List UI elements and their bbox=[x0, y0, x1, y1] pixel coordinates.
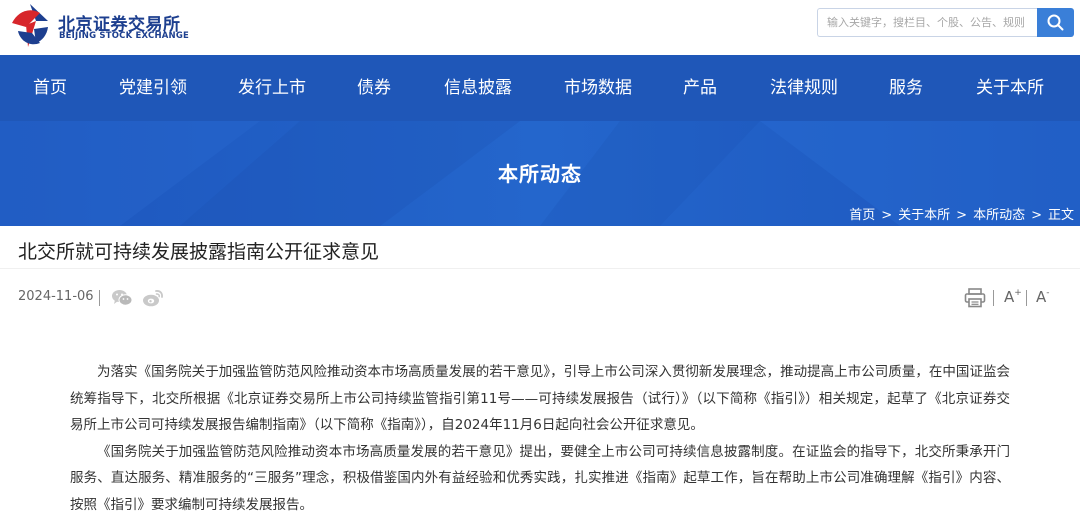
wechat-icon[interactable] bbox=[111, 289, 133, 307]
font-increase-label: A bbox=[1004, 288, 1015, 306]
title-divider bbox=[0, 268, 1080, 269]
breadcrumb-about[interactable]: 关于本所 bbox=[898, 204, 950, 223]
nav-item-products[interactable]: 产品 bbox=[683, 55, 717, 121]
breadcrumb-separator: > bbox=[1031, 208, 1042, 223]
article-paragraph: 《国务院关于加强监管防范风险推动资本市场高质量发展的若干意见》提出，要健全上市公… bbox=[70, 443, 1010, 513]
site-logo[interactable]: 北京证券交易所 BEIJING STOCK EXCHANGE bbox=[8, 3, 208, 51]
font-decrease-label: A bbox=[1036, 288, 1047, 306]
breadcrumb-news[interactable]: 本所动态 bbox=[973, 204, 1025, 223]
article-title: 北交所就可持续发展披露指南公开征求意见 bbox=[18, 241, 380, 263]
font-decrease-sign: - bbox=[1046, 288, 1050, 298]
nav-item-party-building[interactable]: 党建引领 bbox=[119, 55, 187, 121]
main-nav: 首页 党建引领 发行上市 债券 信息披露 市场数据 产品 法律规则 服务 关于本… bbox=[0, 55, 1080, 121]
font-increase-button[interactable]: A+ bbox=[1004, 288, 1022, 306]
nav-item-about[interactable]: 关于本所 bbox=[976, 55, 1044, 121]
logo-english-name: BEIJING STOCK EXCHANGE bbox=[59, 31, 190, 41]
breadcrumb: 首页 > 关于本所 > 本所动态 > 正文 bbox=[849, 204, 1074, 223]
tools-divider bbox=[993, 290, 994, 306]
site-header: 北京证券交易所 BEIJING STOCK EXCHANGE bbox=[0, 0, 1080, 55]
font-increase-sign: + bbox=[1014, 288, 1022, 298]
meta-divider bbox=[99, 290, 100, 306]
search-button[interactable] bbox=[1037, 8, 1074, 37]
print-icon[interactable] bbox=[964, 288, 986, 308]
article: 北交所就可持续发展披露指南公开征求意见 2024-11-06 A+ A- 为落实… bbox=[0, 226, 1080, 527]
breadcrumb-separator: > bbox=[881, 208, 893, 223]
search-icon bbox=[1047, 14, 1064, 31]
article-body: 为落实《国务院关于加强监管防范风险推动资本市场高质量发展的若干意见》，引导上市公… bbox=[70, 359, 1010, 518]
tools-divider bbox=[1026, 290, 1027, 306]
logo-mark-icon bbox=[12, 4, 48, 47]
breadcrumb-current: 正文 bbox=[1047, 208, 1074, 223]
nav-item-rules[interactable]: 法律规则 bbox=[770, 55, 838, 121]
nav-item-bonds[interactable]: 债券 bbox=[357, 55, 391, 121]
article-tools: A+ A- bbox=[962, 286, 1062, 310]
nav-item-listing[interactable]: 发行上市 bbox=[238, 55, 306, 121]
article-paragraph: 为落实《国务院关于加强监管防范风险推动资本市场高质量发展的若干意见》，引导上市公… bbox=[70, 364, 1010, 433]
search-box bbox=[817, 8, 1074, 37]
search-input[interactable] bbox=[817, 8, 1037, 37]
breadcrumb-separator: > bbox=[956, 208, 968, 223]
article-date: 2024-11-06 bbox=[18, 289, 94, 304]
nav-item-market-data[interactable]: 市场数据 bbox=[564, 55, 632, 121]
breadcrumb-home[interactable]: 首页 bbox=[849, 204, 875, 223]
nav-item-home[interactable]: 首页 bbox=[33, 55, 67, 121]
nav-item-disclosure[interactable]: 信息披露 bbox=[444, 55, 512, 121]
page-banner: 本所动态 首页 > 关于本所 > 本所动态 > 正文 bbox=[0, 121, 1080, 226]
font-decrease-button[interactable]: A- bbox=[1036, 288, 1050, 306]
nav-item-services[interactable]: 服务 bbox=[889, 55, 923, 121]
banner-title: 本所动态 bbox=[498, 162, 582, 186]
weibo-icon[interactable] bbox=[142, 288, 164, 308]
